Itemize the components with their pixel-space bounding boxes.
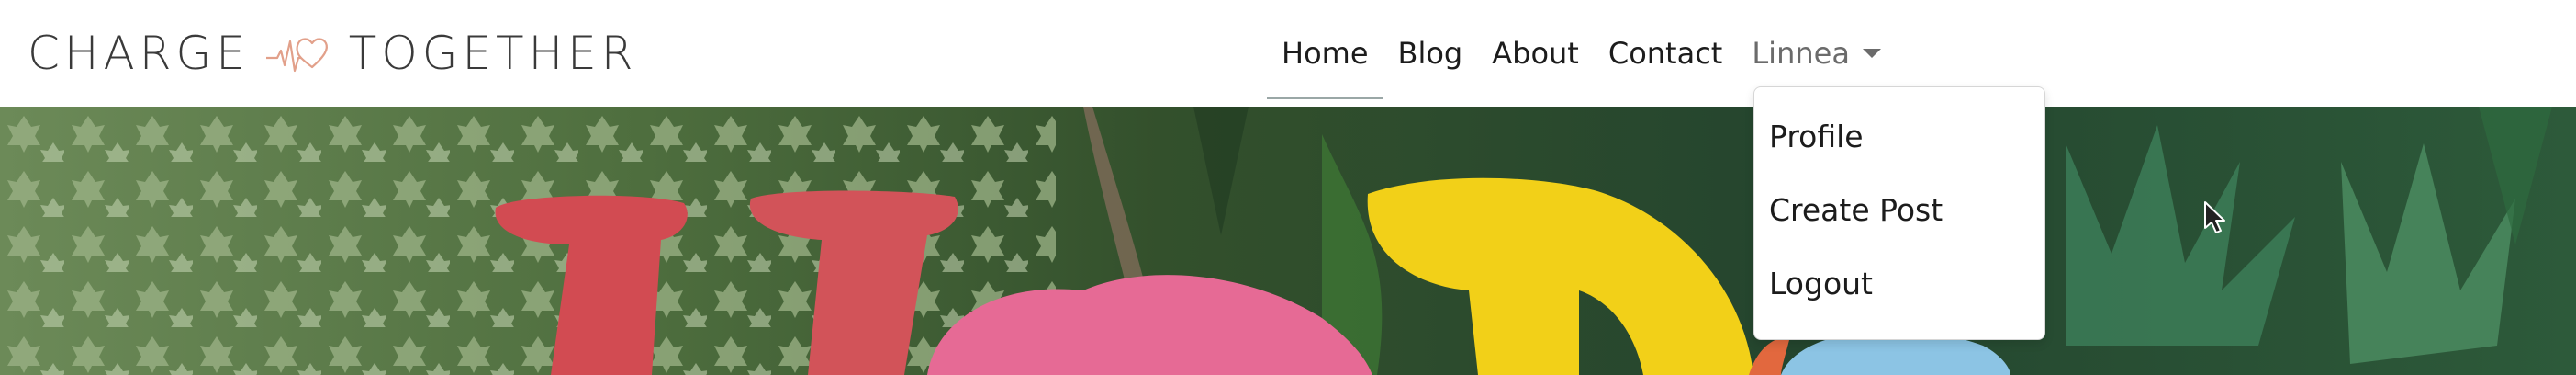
caret-down-icon (1862, 49, 1881, 58)
user-dropdown-menu: Profile Create Post Logout (1753, 86, 2045, 340)
nav-contact-link[interactable]: Contact (1594, 18, 1738, 88)
top-navbar: CHARGE TOGETHER Home Blog About Contact … (0, 0, 2576, 107)
brand-word-right: TOGETHER (348, 27, 638, 80)
brand-logo[interactable]: CHARGE TOGETHER (28, 26, 638, 81)
brand-word-left: CHARGE (28, 27, 250, 80)
nav-home-link[interactable]: Home (1267, 18, 1383, 99)
menu-item-logout[interactable]: Logout (1769, 266, 1873, 301)
menu-item-profile[interactable]: Profile (1769, 119, 1864, 154)
nav-blog-link[interactable]: Blog (1383, 18, 1478, 88)
mouse-cursor-icon (2203, 200, 2227, 239)
user-name: Linnea (1752, 36, 1850, 71)
user-menu-toggle[interactable]: Linnea (1737, 18, 1896, 88)
heartbeat-heart-icon (264, 30, 334, 76)
main-nav: Home Blog About Contact Linnea (1267, 18, 1896, 99)
hero-image (0, 107, 2576, 375)
nav-about-link[interactable]: About (1477, 18, 1594, 88)
menu-item-create-post[interactable]: Create Post (1769, 192, 1943, 228)
